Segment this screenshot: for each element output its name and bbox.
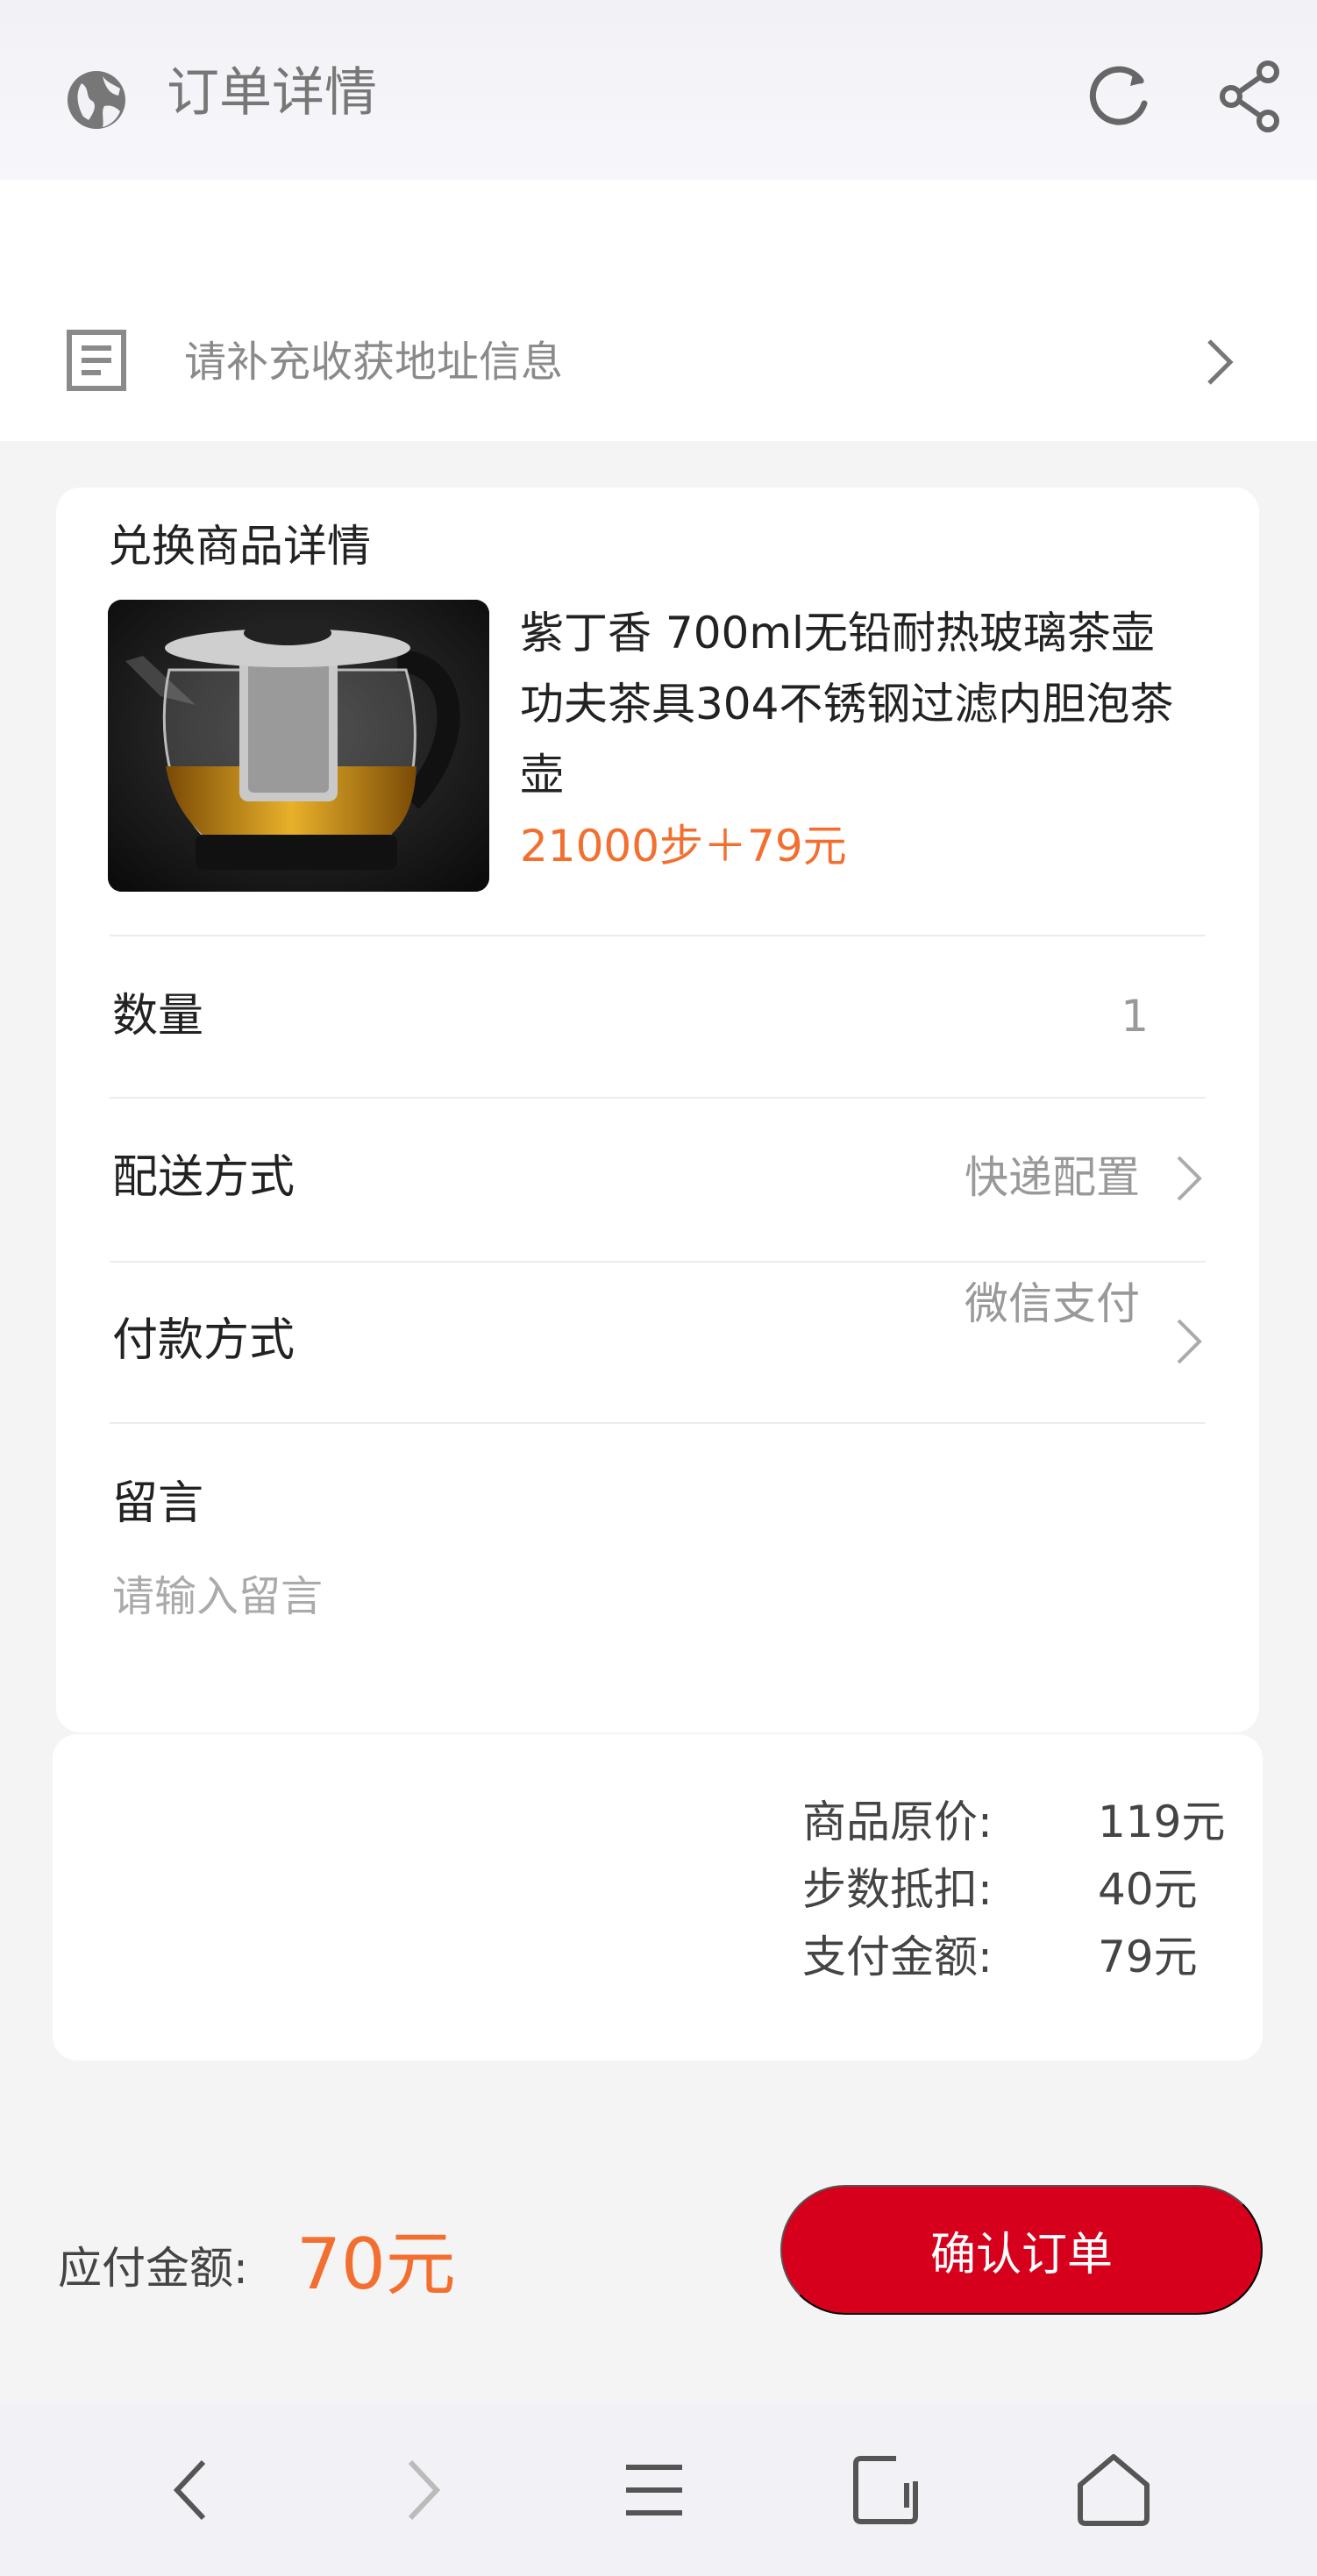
pay-amount-value: 79元 bbox=[1098, 1932, 1198, 1982]
confirm-order-button[interactable]: 确认订单 bbox=[780, 2185, 1263, 2315]
product-section-title: 兑换商品详情 bbox=[108, 521, 371, 572]
forward-icon[interactable] bbox=[377, 2446, 465, 2534]
pay-amount-label: 支付金额: bbox=[802, 1932, 993, 1982]
tabs-icon[interactable] bbox=[842, 2446, 929, 2534]
quantity-value[interactable]: 1 bbox=[1052, 987, 1149, 1045]
product-image[interactable] bbox=[108, 600, 489, 892]
product-name: 紫丁香 700ml无铅耐热玻璃茶壶功夫茶具304不锈钢过滤内胆泡茶壶 bbox=[520, 608, 1174, 801]
chevron-right-icon[interactable] bbox=[1175, 1317, 1203, 1366]
product-price: 21000步＋79元 bbox=[520, 821, 847, 872]
divider bbox=[110, 1097, 1206, 1099]
divider bbox=[110, 1422, 1206, 1424]
message-input[interactable] bbox=[112, 1566, 989, 1627]
payment-value[interactable]: 微信支付 bbox=[877, 1275, 1140, 1333]
divider bbox=[110, 1261, 1206, 1263]
delivery-label: 配送方式 bbox=[112, 1151, 295, 1204]
original-price-value: 119元 bbox=[1098, 1797, 1226, 1847]
original-price-label: 商品原价: bbox=[802, 1797, 993, 1847]
address-row[interactable] bbox=[0, 180, 1317, 441]
document-icon bbox=[67, 330, 126, 391]
back-icon[interactable] bbox=[149, 2446, 237, 2534]
chevron-right-icon[interactable] bbox=[1175, 1154, 1203, 1203]
chevron-right-icon[interactable] bbox=[1206, 338, 1234, 387]
price-summary-card bbox=[53, 1734, 1263, 2060]
amount-due-label: 应付金额: bbox=[58, 2243, 248, 2294]
address-prompt[interactable]: 请补充收获地址信息 bbox=[184, 336, 563, 388]
refresh-icon[interactable] bbox=[1085, 61, 1155, 132]
amount-due-value: 70元 bbox=[296, 2224, 456, 2305]
globe-icon[interactable] bbox=[64, 68, 129, 132]
payment-label: 付款方式 bbox=[112, 1314, 295, 1367]
home-icon[interactable] bbox=[1070, 2446, 1157, 2534]
page-title: 订单详情 bbox=[167, 62, 377, 124]
step-deduct-value: 40元 bbox=[1098, 1864, 1198, 1915]
step-deduct-label: 步数抵扣: bbox=[802, 1864, 993, 1915]
menu-icon[interactable] bbox=[610, 2446, 698, 2534]
teapot-illustration bbox=[108, 600, 489, 892]
message-label: 留言 bbox=[112, 1477, 204, 1530]
quantity-label: 数量 bbox=[112, 990, 204, 1042]
share-icon[interactable] bbox=[1215, 60, 1285, 133]
delivery-value[interactable]: 快递配置 bbox=[877, 1149, 1140, 1206]
divider bbox=[110, 935, 1206, 936]
